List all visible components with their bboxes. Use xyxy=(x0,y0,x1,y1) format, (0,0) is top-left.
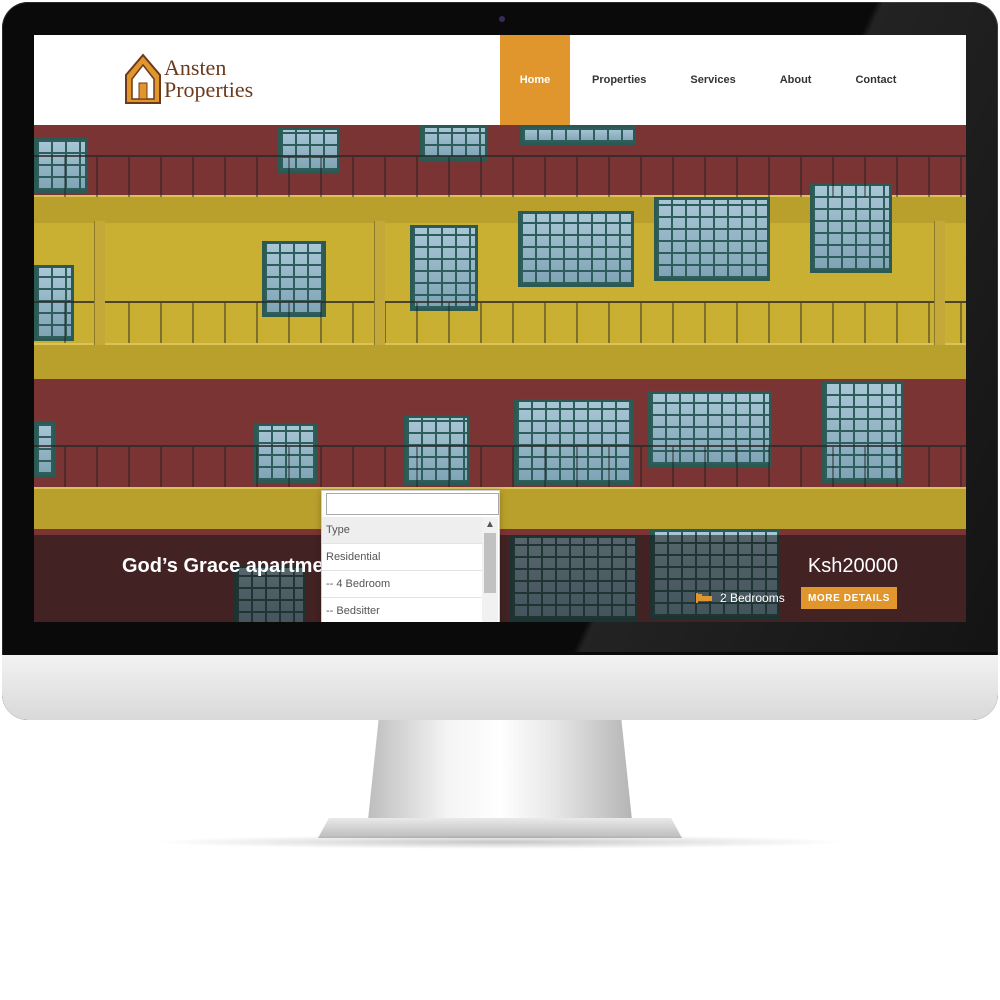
building-pillar xyxy=(374,221,385,345)
monitor-chin xyxy=(2,655,998,720)
brand-line-2: Properties xyxy=(164,77,254,102)
brand-line-1: Ansten xyxy=(164,55,227,80)
type-dropdown[interactable]: Type Residential -- 4 Bedroom -- Bedsitt… xyxy=(321,490,500,622)
nav-item-contact[interactable]: Contact xyxy=(833,35,918,125)
dropdown-option-4-bedroom[interactable]: -- 4 Bedroom xyxy=(322,571,482,598)
main-nav: Home Properties Services About Contact xyxy=(500,35,918,125)
brand-name[interactable]: Ansten Properties xyxy=(164,57,324,101)
nav-item-properties[interactable]: Properties xyxy=(570,35,668,125)
building-window xyxy=(410,225,478,311)
dropdown-option-bedsitter[interactable]: -- Bedsitter xyxy=(322,598,482,622)
hero-slider[interactable]: God’s Grace apartme Ksh20000 2 Bedrooms … xyxy=(34,125,966,622)
balcony-railing xyxy=(34,155,966,197)
balcony-railing xyxy=(34,445,966,487)
camera xyxy=(499,16,505,22)
monitor-stand xyxy=(368,720,632,820)
nav-item-services[interactable]: Services xyxy=(668,35,757,125)
website-screen: Ansten Properties Home Properties Servic… xyxy=(34,35,966,622)
more-details-button[interactable]: MORE DETAILS xyxy=(801,587,897,609)
dropdown-scrollbar[interactable]: ▲ xyxy=(482,517,498,622)
dropdown-options: Type Residential -- 4 Bedroom -- Bedsitt… xyxy=(322,517,482,622)
building-window xyxy=(520,125,636,145)
dropdown-search-input[interactable] xyxy=(326,493,499,515)
dropdown-option-type[interactable]: Type xyxy=(322,517,482,544)
balcony-railing xyxy=(34,301,966,343)
building-pillar xyxy=(934,221,945,345)
nav-item-home[interactable]: Home xyxy=(500,35,570,125)
site-header: Ansten Properties Home Properties Servic… xyxy=(34,35,966,125)
building-slab xyxy=(34,487,966,531)
nav-item-about[interactable]: About xyxy=(758,35,834,125)
bedrooms-count: 2 Bedrooms xyxy=(720,591,785,605)
building-window xyxy=(518,211,634,287)
chevron-up-icon[interactable]: ▲ xyxy=(485,519,495,530)
stand-shadow xyxy=(150,835,850,849)
bed-icon xyxy=(696,593,712,603)
house-logo-icon[interactable] xyxy=(124,51,162,107)
property-title[interactable]: God’s Grace apartme xyxy=(122,555,324,578)
building-slab xyxy=(34,343,966,381)
dropdown-option-residential[interactable]: Residential xyxy=(322,544,482,571)
scrollbar-thumb[interactable] xyxy=(484,533,496,593)
property-price: Ksh20000 xyxy=(807,555,898,577)
building-window xyxy=(654,197,770,281)
building-pillar xyxy=(94,221,105,345)
